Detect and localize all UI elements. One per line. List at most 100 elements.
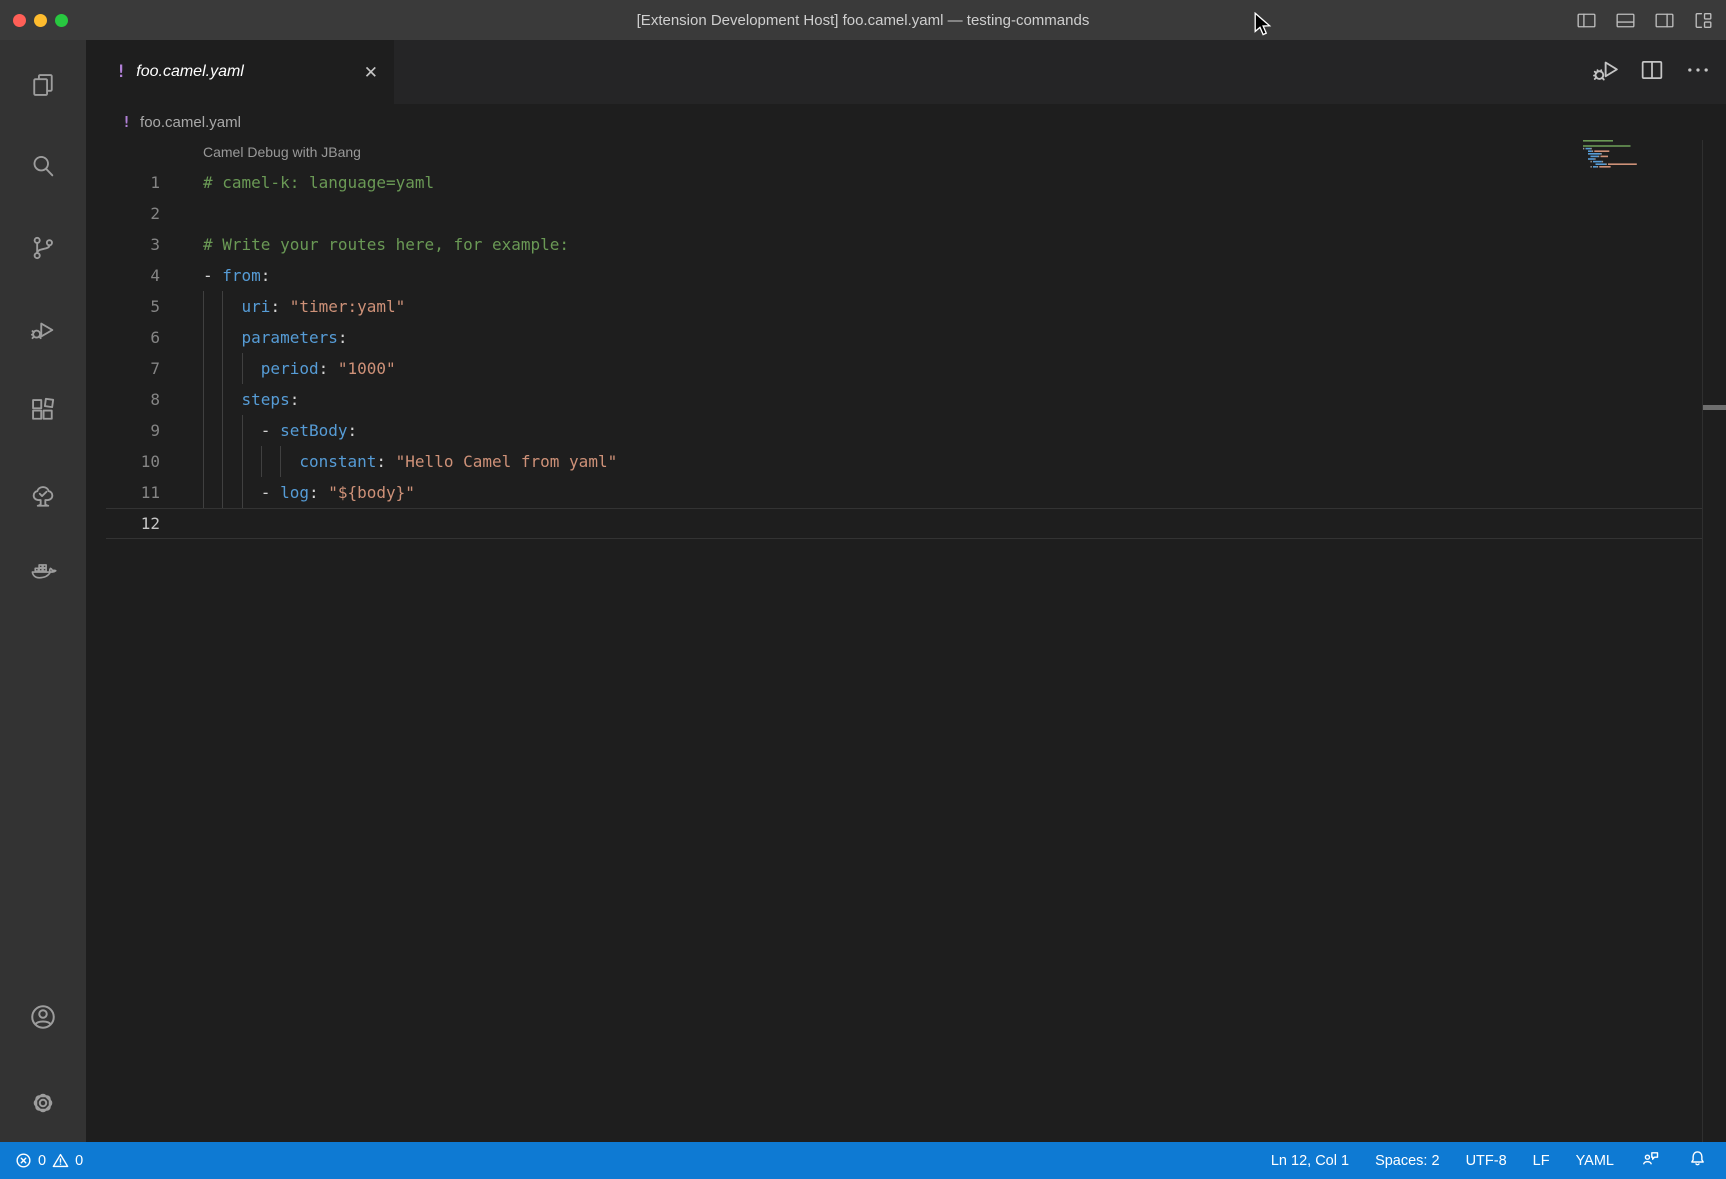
line-content[interactable]: steps: [203,384,1726,415]
tab-foo-camel-yaml[interactable]: ! foo.camel.yaml ✕ [86,40,394,104]
cursor-position[interactable]: Ln 12, Col 1 [1271,1153,1349,1169]
indent-guide [222,322,223,353]
code-line-2[interactable]: 2 [86,198,1726,229]
code-line-7[interactable]: 7 period: "1000" [86,353,1726,384]
indent-guide [222,446,223,477]
tab-bar: ! foo.camel.yaml ✕ [86,40,1726,104]
line-content[interactable]: uri: "timer:yaml" [203,291,1726,322]
breadcrumb-file[interactable]: foo.camel.yaml [140,114,241,131]
line-content[interactable]: # camel-k: language=yaml [203,167,1726,198]
run-or-debug-icon[interactable] [1590,55,1620,90]
indent-guide [261,446,262,477]
main-area: ! foo.camel.yaml ✕ [0,40,1726,1142]
breadcrumb[interactable]: ! foo.camel.yaml [86,104,1726,140]
line-number[interactable]: 4 [86,260,203,291]
line-number[interactable]: 7 [86,353,203,384]
code-lines: 1# camel-k: language=yaml23# Write your … [86,167,1726,539]
overview-ruler-cursor-marker [1703,405,1726,410]
line-number[interactable]: 9 [86,415,203,446]
code-line-11[interactable]: 11 - log: "${body}" [86,477,1726,508]
code-line-6[interactable]: 6 parameters: [86,322,1726,353]
line-content[interactable]: - log: "${body}" [203,477,1726,508]
line-number[interactable]: 10 [86,446,203,477]
explorer-icon[interactable] [0,59,86,111]
settings-gear-icon[interactable] [0,1077,86,1129]
line-number[interactable]: 6 [86,322,203,353]
yaml-file-icon: ! [122,113,131,131]
activity-bar [0,40,86,1142]
line-content[interactable] [203,508,1726,539]
status-bar: 0 0 Ln 12, Col 1 Spaces: 2 UTF-8 LF YAML [0,1142,1726,1179]
code-line-12[interactable]: 12 [86,508,1726,539]
toggle-primary-sidebar-icon[interactable] [1574,8,1599,33]
indent-guide [203,446,204,477]
code-line-4[interactable]: 4- from: [86,260,1726,291]
line-number[interactable]: 1 [86,167,203,198]
line-number[interactable]: 11 [86,477,203,508]
line-number[interactable]: 2 [86,198,203,229]
editor[interactable]: ! foo.camel.yaml Camel Debug with JBang … [86,104,1726,1142]
line-number[interactable]: 8 [86,384,203,415]
problems-indicator[interactable]: 0 0 [14,1151,83,1170]
code-line-10[interactable]: 10 constant: "Hello Camel from yaml" [86,446,1726,477]
account-icon[interactable] [0,991,86,1043]
docker-icon[interactable] [0,544,86,596]
line-number[interactable]: 3 [86,229,203,260]
source-control-icon[interactable] [0,222,86,274]
indent-guide [242,477,243,508]
window-controls [13,14,68,27]
code-line-5[interactable]: 5 uri: "timer:yaml" [86,291,1726,322]
line-content[interactable] [203,198,1726,229]
indent-guide [242,446,243,477]
run-debug-icon[interactable] [0,304,86,356]
minimap[interactable] [1583,140,1649,174]
line-number[interactable]: 5 [86,291,203,322]
window-title: [Extension Development Host] foo.camel.y… [0,12,1726,29]
toggle-secondary-sidebar-icon[interactable] [1652,8,1677,33]
toggle-panel-icon[interactable] [1613,8,1638,33]
line-number[interactable]: 12 [86,508,203,539]
indent-guide [222,415,223,446]
vscode-window: [Extension Development Host] foo.camel.y… [0,0,1726,1179]
line-content[interactable]: - setBody: [203,415,1726,446]
encoding[interactable]: UTF-8 [1466,1153,1507,1169]
titlebar-layout-actions [1574,0,1716,40]
language-mode[interactable]: YAML [1576,1153,1614,1169]
codelens-camel-debug[interactable]: Camel Debug with JBang [86,140,1726,167]
line-content[interactable]: period: "1000" [203,353,1726,384]
tab-close-icon[interactable]: ✕ [364,64,378,81]
tree-check-icon[interactable] [0,471,86,523]
close-window-button[interactable] [13,14,26,27]
code-line-3[interactable]: 3# Write your routes here, for example: [86,229,1726,260]
indent-guide [203,353,204,384]
line-content[interactable]: parameters: [203,322,1726,353]
indent-guide [222,353,223,384]
line-content[interactable]: constant: "Hello Camel from yaml" [203,446,1726,477]
line-content[interactable]: # Write your routes here, for example: [203,229,1726,260]
editor-group: ! foo.camel.yaml ✕ [86,40,1726,1142]
indent-guide [242,415,243,446]
minimize-window-button[interactable] [34,14,47,27]
error-count: 0 [38,1153,46,1169]
indent-guide [203,384,204,415]
customize-layout-icon[interactable] [1691,8,1716,33]
code-line-8[interactable]: 8 steps: [86,384,1726,415]
titlebar: [Extension Development Host] foo.camel.y… [0,0,1726,40]
scrollbar-rail[interactable] [1702,140,1703,1142]
more-actions-icon[interactable] [1684,56,1712,89]
eol-sequence[interactable]: LF [1533,1153,1550,1169]
maximize-window-button[interactable] [55,14,68,27]
indent-guide [222,291,223,322]
code-line-1[interactable]: 1# camel-k: language=yaml [86,167,1726,198]
indent-guide [203,322,204,353]
split-editor-icon[interactable] [1638,56,1666,89]
extensions-icon[interactable] [0,384,86,436]
indent-guide [203,477,204,508]
feedback-icon[interactable] [1640,1148,1661,1173]
notifications-bell-icon[interactable] [1687,1148,1708,1173]
search-icon[interactable] [0,140,86,192]
code-line-9[interactable]: 9 - setBody: [86,415,1726,446]
indentation[interactable]: Spaces: 2 [1375,1153,1440,1169]
indent-guide [242,353,243,384]
line-content[interactable]: - from: [203,260,1726,291]
